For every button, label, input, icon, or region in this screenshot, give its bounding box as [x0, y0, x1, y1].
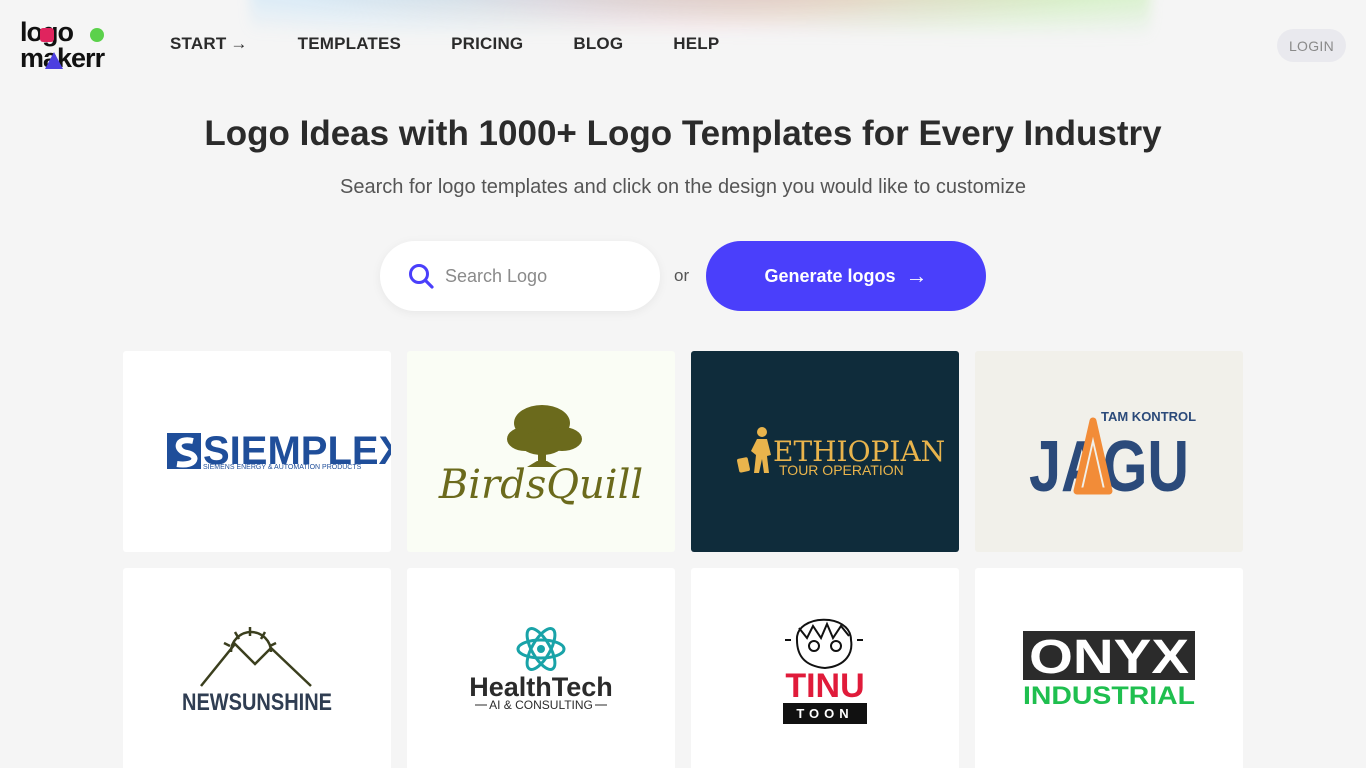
- tinu-name: TINU: [785, 667, 864, 705]
- newsunshine-name: NEWSUNSHINE: [182, 689, 332, 716]
- siemplex-tagline: SIEMENS ENERGY & AUTOMATION PRODUCTS: [203, 464, 362, 471]
- template-card-tinu-toon[interactable]: TINU TOON: [691, 568, 959, 768]
- nav-start-label: START: [170, 34, 227, 53]
- generate-logos-label: Generate logos: [764, 265, 896, 286]
- arrow-right-icon: →: [230, 34, 248, 53]
- main-nav: START → TEMPLATES PRICING BLOG HELP: [170, 34, 769, 54]
- or-separator: or: [674, 266, 690, 285]
- nav-start[interactable]: START →: [170, 34, 248, 54]
- sun-mountain-icon: [200, 627, 312, 687]
- search-input[interactable]: [445, 265, 645, 287]
- template-card-birdsquill[interactable]: BirdsQuill: [407, 351, 675, 552]
- nav-blog[interactable]: BLOG: [573, 34, 623, 54]
- generate-logos-button[interactable]: Generate logos →: [706, 241, 986, 311]
- nav-help[interactable]: HELP: [673, 34, 719, 54]
- page-subtitle: Search for logo templates and click on t…: [340, 176, 1026, 198]
- logo-triangle-shape: [45, 52, 63, 69]
- tinu-tagline: TOON: [796, 706, 853, 721]
- cartoon-face-icon: [785, 618, 863, 670]
- logomakerr-logo[interactable]: logo makerr: [20, 19, 120, 73]
- tinu-logo-art: TINU TOON: [783, 618, 867, 724]
- nav-templates[interactable]: TEMPLATES: [298, 34, 402, 54]
- birdsquill-logo-art: BirdsQuill: [438, 405, 643, 508]
- birdsquill-name: BirdsQuill: [438, 462, 643, 508]
- jagu-tagline: TAM KONTROL: [1101, 409, 1196, 424]
- jagu-name: JAGU: [1029, 427, 1189, 507]
- logo-square-shape: [40, 28, 54, 42]
- jagu-logo-art: TAM KONTROL JAGU: [1029, 409, 1196, 507]
- top-header: logo makerr START→ TEMPLATES PRICING BLO…: [0, 0, 1366, 90]
- healthtech-logo-art: HealthTech AI & CONSULTING: [469, 627, 613, 712]
- template-card-newsunshine[interactable]: NEWSUNSHINE: [123, 568, 391, 768]
- login-button[interactable]: LOGIN: [1277, 29, 1346, 62]
- nav-pricing[interactable]: PRICING: [451, 34, 523, 54]
- onyx-tagline: INDUSTRIAL: [1023, 682, 1195, 710]
- template-card-ethiopian[interactable]: ETHIOPIAN TOUR OPERATION: [691, 351, 959, 552]
- onyx-name: ONYX: [1029, 631, 1189, 684]
- siemplex-logo-art: SIEMPLEX SIEMENS ENERGY & AUTOMATION PRO…: [167, 429, 391, 473]
- ethiopian-logo-art: ETHIOPIAN TOUR OPERATION: [737, 427, 945, 478]
- template-card-healthtech[interactable]: HealthTech AI & CONSULTING: [407, 568, 675, 768]
- template-card-jagu[interactable]: TAM KONTROL JAGU: [975, 351, 1243, 552]
- template-card-siemplex[interactable]: SIEMPLEX SIEMENS ENERGY & AUTOMATION PRO…: [123, 351, 391, 552]
- newsunshine-logo-art: NEWSUNSHINE: [182, 627, 332, 716]
- traveler-icon: [737, 427, 771, 473]
- search-box[interactable]: [380, 241, 660, 311]
- template-card-onyx[interactable]: ONYX INDUSTRIAL: [975, 568, 1243, 768]
- logo-circle-shape: [90, 28, 104, 42]
- tree-icon: [507, 405, 582, 467]
- page-title: Logo Ideas with 1000+ Logo Templates for…: [204, 114, 1162, 153]
- arrow-right-icon: →: [905, 263, 928, 288]
- onyx-logo-art: ONYX INDUSTRIAL: [1023, 631, 1195, 710]
- ethiopian-tagline: TOUR OPERATION: [779, 462, 904, 478]
- healthtech-tagline: AI & CONSULTING: [489, 698, 593, 712]
- search-icon: [409, 264, 434, 289]
